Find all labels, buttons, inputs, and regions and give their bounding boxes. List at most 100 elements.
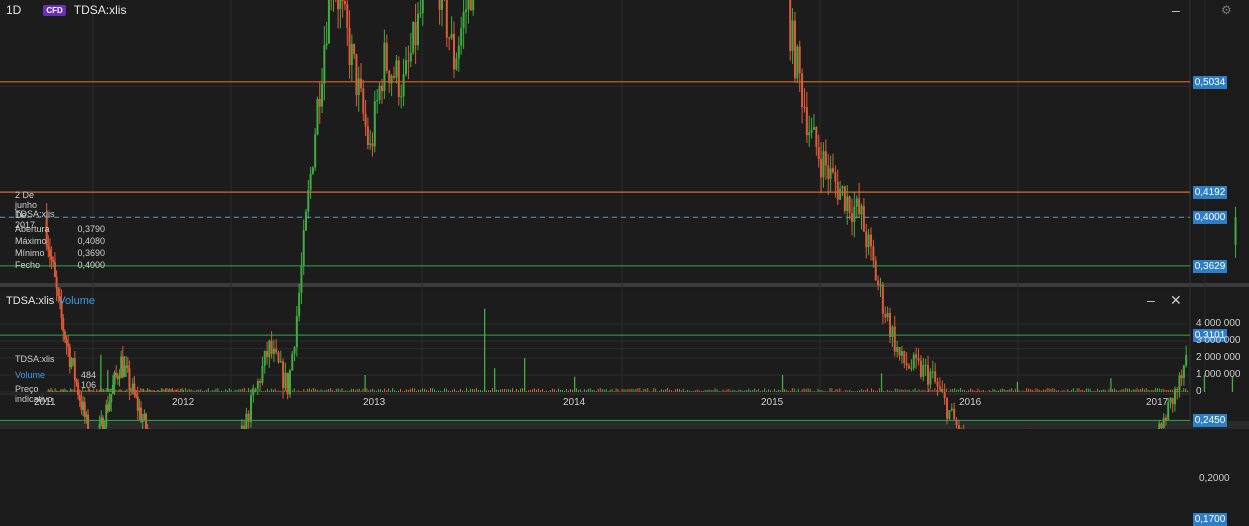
volume-bar (73, 390, 75, 392)
volume-series-name[interactable]: Volume (58, 295, 95, 307)
volume-bar (742, 390, 744, 392)
volume-bar (522, 388, 523, 392)
volume-bar (368, 390, 370, 392)
volume-bar (1031, 389, 1033, 392)
candle-body (321, 83, 324, 107)
volume-bar (617, 389, 619, 392)
volume-bar (954, 388, 956, 392)
volume-bar (577, 389, 579, 392)
volume-bar (1153, 390, 1155, 392)
volume-bar (362, 388, 364, 392)
candle-body (796, 46, 799, 79)
volume-bar (198, 389, 200, 392)
price-chart[interactable] (0, 0, 1249, 429)
volume-bar (839, 388, 841, 392)
volume-bar (1175, 391, 1177, 392)
volume-bar (343, 390, 345, 392)
candle-body (355, 54, 358, 96)
volume-bar (946, 388, 948, 392)
candle-body (931, 371, 934, 373)
candle-body (815, 127, 818, 148)
volume-bar (869, 391, 871, 392)
symbol-label[interactable]: TDSA:xlis (74, 3, 127, 17)
candle-body (385, 42, 388, 71)
volume-bar (1130, 390, 1132, 392)
volume-bar (339, 389, 341, 392)
candle-body (126, 365, 129, 369)
volume-bar (579, 389, 581, 392)
volume-bar (520, 388, 521, 392)
volume-bar (426, 389, 427, 392)
volume-bar (1136, 388, 1138, 392)
volume-bar (601, 389, 603, 392)
candle-body (801, 73, 804, 108)
candle-body (128, 368, 131, 391)
volume-bar (1027, 388, 1029, 392)
volume-bar (326, 389, 328, 392)
volume-info-value: 484 106 (80, 370, 96, 390)
volume-bar (173, 390, 175, 392)
minimize-icon[interactable]: – (1172, 2, 1180, 18)
volume-bar (181, 388, 183, 392)
volume-bar (80, 390, 82, 392)
settings-icon[interactable]: ⚙ (1221, 3, 1232, 17)
volume-bar (171, 388, 173, 392)
volume-bar (120, 389, 122, 392)
volume-bar (366, 388, 368, 392)
volume-bar (105, 388, 107, 392)
candle-body (249, 395, 252, 422)
volume-bar (1052, 387, 1054, 392)
volume-bar (910, 391, 912, 392)
volume-bar (591, 389, 593, 392)
volume-bar (876, 390, 878, 392)
volume-bar (914, 388, 916, 392)
volume-bar (152, 390, 154, 392)
volume-close-icon[interactable]: ✕ (1170, 292, 1182, 309)
volume-bar (1018, 390, 1020, 392)
candle-body (70, 361, 73, 368)
volume-bar (272, 389, 274, 392)
volume-bar (104, 389, 106, 392)
info-row-low: Mínimo 0,3690 (15, 248, 105, 258)
volume-bar (466, 387, 467, 392)
volume-bar (1142, 387, 1144, 392)
candle-body (412, 21, 415, 53)
volume-bar (1151, 390, 1153, 392)
volume-minimize-icon[interactable]: – (1147, 292, 1155, 308)
volume-bar (247, 387, 249, 392)
volume-bar (1117, 390, 1119, 392)
volume-bar (977, 388, 979, 392)
volume-bar (140, 387, 142, 392)
volume-bar (228, 388, 230, 392)
volume-bar (207, 388, 209, 392)
volume-bar (999, 389, 1001, 392)
volume-bar (79, 389, 81, 392)
volume-bar (347, 390, 349, 392)
volume-bar (1050, 388, 1052, 392)
volume-bar (60, 389, 62, 392)
candle-body (395, 60, 398, 78)
volume-bar (1009, 389, 1011, 392)
volume-bar (456, 390, 457, 392)
volume-bar (130, 391, 132, 392)
volume-bar (297, 390, 299, 392)
volume-bar (886, 389, 888, 392)
volume-bar (255, 391, 257, 392)
volume-bar (331, 389, 333, 392)
volume-bar (944, 388, 946, 392)
volume-bar (847, 390, 849, 392)
volume-bar (641, 390, 643, 392)
volume-bar (295, 391, 297, 392)
volume-bar (75, 390, 77, 392)
volume-bar (627, 388, 629, 392)
volume-bar (1115, 389, 1117, 392)
timeframe-selector[interactable]: 1D (6, 3, 21, 17)
candle-body (348, 27, 351, 66)
volume-bar (908, 389, 910, 392)
volume-bar (534, 388, 535, 392)
volume-bar (177, 388, 179, 392)
volume-bar (593, 390, 595, 392)
volume-bar (595, 390, 597, 392)
volume-bar (196, 389, 198, 392)
volume-bar (552, 388, 553, 392)
